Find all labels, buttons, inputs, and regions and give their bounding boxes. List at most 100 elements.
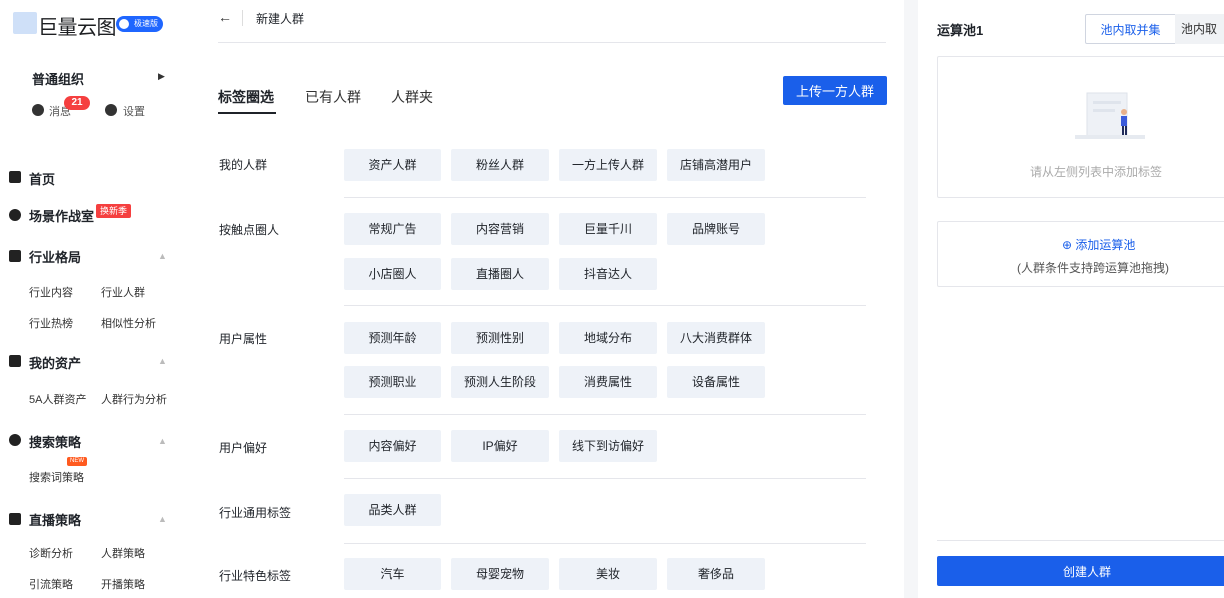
section-label: 我的人群 [219,158,268,172]
tag-pill[interactable]: 内容偏好 [344,430,441,462]
tag-pill[interactable]: 消费属性 [559,366,657,398]
new-tag: NEW [67,457,87,466]
tag-pill[interactable]: 汽车 [344,558,441,590]
union-toggle[interactable]: 池内取并集 [1085,14,1176,44]
back-arrow-icon[interactable]: ← [218,9,232,25]
nav-live-strategy[interactable]: 直播策略 [29,510,81,529]
nav-sub-item[interactable]: 引流策略 [29,576,73,592]
cloud-icon [119,19,129,29]
footer-divider [937,540,1224,541]
tag-pill[interactable]: 一方上传人群 [559,149,657,181]
target-icon [9,209,21,221]
tag-pill[interactable]: 粉丝人群 [451,149,549,181]
gear-icon[interactable] [105,104,117,116]
section-label: 行业特色标签 [219,569,292,583]
tag-pill[interactable]: 线下到访偏好 [559,430,657,462]
nav-scene-room[interactable]: 场景作战室 [29,206,94,225]
edition-badge-label: 极速版 [134,19,158,28]
messages-count-badge: 21 [64,96,90,110]
tag-pill[interactable]: 八大消费群体 [667,322,765,354]
nav-sub-item[interactable]: 5A人群资产 [29,391,86,407]
section-divider [344,305,866,306]
new-season-tag: 换新季 [96,204,132,218]
chevron-right-icon[interactable]: ▶ [158,71,165,82]
nav-sub-item[interactable]: 搜索词策略 [29,469,84,485]
section-divider [344,478,866,479]
tag-pill[interactable]: 店铺高潜用户 [667,149,765,181]
tag-pill[interactable]: 品类人群 [344,494,441,526]
edition-badge: 极速版 [116,16,163,32]
tab-audience-folder[interactable]: 人群夹 [391,87,433,107]
grid-icon [9,250,21,262]
tab-tag-select[interactable]: 标签圈选 [218,87,274,107]
nav-sub-item[interactable]: 诊断分析 [29,545,73,561]
section-label: 用户偏好 [219,441,268,455]
upload-audience-button[interactable]: 上传一方人群 [783,76,887,105]
tag-pill[interactable]: IP偏好 [451,430,549,462]
nav-sub-item[interactable]: 行业热榜 [29,315,73,331]
nav-sub-item[interactable]: 开播策略 [101,576,145,592]
tab-existing-audience[interactable]: 已有人群 [305,87,361,107]
live-icon [9,513,21,525]
wallet-icon [9,355,21,367]
tag-pill[interactable]: 直播圈人 [451,258,549,290]
collapse-icon[interactable]: ▲ [158,436,167,446]
intersect-toggle[interactable]: 池内取 [1175,14,1224,44]
tag-pill[interactable]: 内容营销 [451,213,549,245]
nav-search-strategy[interactable]: 搜索策略 [29,432,81,451]
collapse-icon[interactable]: ▲ [158,251,167,261]
nav-industry[interactable]: 行业格局 [29,247,81,266]
tag-pill[interactable]: 美妆 [559,558,657,590]
nav-home[interactable]: 首页 [29,169,55,188]
tag-pill[interactable]: 预测年龄 [344,322,441,354]
tag-pill[interactable]: 母婴宠物 [451,558,549,590]
message-icon[interactable] [32,104,44,116]
org-switcher[interactable]: 普通组织 [32,69,84,88]
section-label: 用户属性 [219,332,268,346]
tag-pill[interactable]: 设备属性 [667,366,765,398]
logo-icon [13,12,37,34]
logo-text: 巨量云图 [38,17,117,39]
empty-hint: 请从左侧列表中添加标签 [1030,165,1163,179]
settings-link[interactable]: 设置 [123,103,145,119]
header-border [218,42,886,43]
create-audience-button[interactable]: 创建人群 [937,556,1224,586]
collapse-icon[interactable]: ▲ [158,356,167,366]
sidebar: 巨量云图 极速版 普通组织 ▶ 消息 21 设置 首页 场景作战室 换新季 行业… [0,0,196,598]
nav-sub-item[interactable]: 人群行为分析 [101,391,167,407]
collapse-icon[interactable]: ▲ [158,514,167,524]
empty-illustration-icon [1075,92,1145,139]
tag-pill[interactable]: 小店圈人 [344,258,441,290]
section-divider [344,197,866,198]
tag-pill[interactable]: 资产人群 [344,149,441,181]
nav-assets[interactable]: 我的资产 [29,353,81,372]
nav-sub-item[interactable]: 行业内容 [29,284,73,300]
tag-pill[interactable]: 常规广告 [344,213,441,245]
add-pool-hint: (人群条件支持跨运算池拖拽) [1017,261,1169,275]
header-divider [242,10,243,26]
tag-pill[interactable]: 预测职业 [344,366,441,398]
section-label: 按触点圈人 [219,223,280,237]
add-pool-card[interactable] [937,221,1224,287]
nav-sub-item[interactable]: 人群策略 [101,545,145,561]
plus-circle-icon: ⊕ [1062,238,1076,252]
tag-pill[interactable]: 地域分布 [559,322,657,354]
add-pool-label: 添加运算池 [1075,238,1136,252]
pool-title: 运算池1 [937,23,984,38]
add-pool-link[interactable]: ⊕ 添加运算池 [1062,236,1135,253]
tag-pill[interactable]: 抖音达人 [559,258,657,290]
nav-sub-item[interactable]: 行业人群 [101,284,145,300]
section-divider [344,543,866,544]
home-icon [9,171,21,183]
section-divider [344,414,866,415]
panel-divider [904,0,918,598]
tag-pill[interactable]: 预测人生阶段 [451,366,549,398]
tag-pill[interactable]: 巨量千川 [559,213,657,245]
tag-pill[interactable]: 预测性别 [451,322,549,354]
page-title: 新建人群 [256,12,305,26]
search-icon [9,434,21,446]
section-label: 行业通用标签 [219,506,292,520]
nav-sub-item[interactable]: 相似性分析 [101,315,156,331]
tag-pill[interactable]: 奢侈品 [667,558,765,590]
tag-pill[interactable]: 品牌账号 [667,213,765,245]
